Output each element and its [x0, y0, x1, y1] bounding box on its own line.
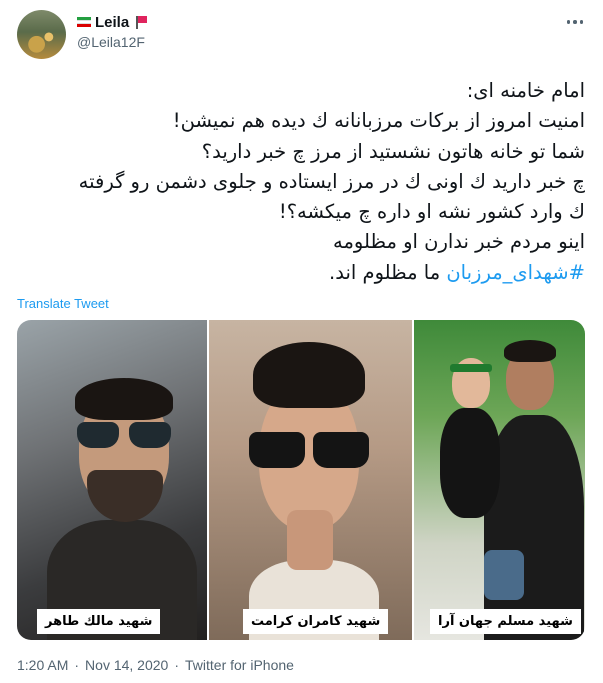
avatar[interactable] [17, 10, 66, 59]
tweet-media[interactable]: شهید مالك طاهر شهید کامران کرامت شهید مس… [17, 320, 585, 640]
tweet-meta: 1:20 AM · Nov 14, 2020 · Twitter for iPh… [17, 657, 294, 673]
tweet-line-rest: ما مظلوم اند. [329, 260, 447, 284]
tweet-line: چ خبر دارید ك اونی ك در مرز ایستاده و جل… [78, 169, 585, 193]
tweet-line-last: #شهدای_مرزبان ما مظلوم اند. [17, 258, 585, 288]
author-handle[interactable]: @Leila12F [77, 34, 145, 50]
tweet-line: ك وارد کشور نشه او داره چ میکشه؟! [278, 200, 585, 224]
tweet-text: امام خامنه ای: امنیت امروز از برکات مرزب… [17, 76, 585, 288]
photo-panel-2: شهید کامران کرامت [209, 320, 412, 640]
photo-caption: شهید کامران کرامت [243, 609, 389, 634]
author-name[interactable]: Leila [95, 14, 129, 31]
tweet-line: امنیت امروز از برکات مرزبانانه ك دیده هم… [172, 109, 585, 133]
tweet-time[interactable]: 1:20 AM [17, 657, 68, 673]
tweet-line: شما تو خانه هاتون نشستید از مرز چ خبر دا… [201, 139, 585, 163]
photo-caption: شهید مالك طاهر [37, 609, 161, 634]
photo-panel-3: شهید مسلم جهان آرا [414, 320, 585, 640]
photo-caption: شهید مسلم جهان آرا [430, 609, 581, 634]
meta-separator: · [74, 657, 80, 673]
author-name-row[interactable]: Leila [77, 13, 147, 31]
iran-flag-icon [77, 17, 91, 28]
tweet-line: اینو مردم خبر ندارن او مظلومه [333, 230, 585, 254]
translate-tweet-link[interactable]: Translate Tweet [17, 296, 109, 311]
more-options-icon[interactable] [563, 12, 587, 32]
tweet-date[interactable]: Nov 14, 2020 [85, 657, 168, 673]
tweet-source[interactable]: Twitter for iPhone [185, 657, 294, 673]
tweet-line: امام خامنه ای: [466, 79, 585, 102]
hashtag-link[interactable]: #شهدای_مرزبان [446, 261, 585, 284]
meta-separator: · [174, 657, 180, 673]
red-flag-icon [135, 15, 147, 29]
photo-panel-1: شهید مالك طاهر [17, 320, 207, 640]
